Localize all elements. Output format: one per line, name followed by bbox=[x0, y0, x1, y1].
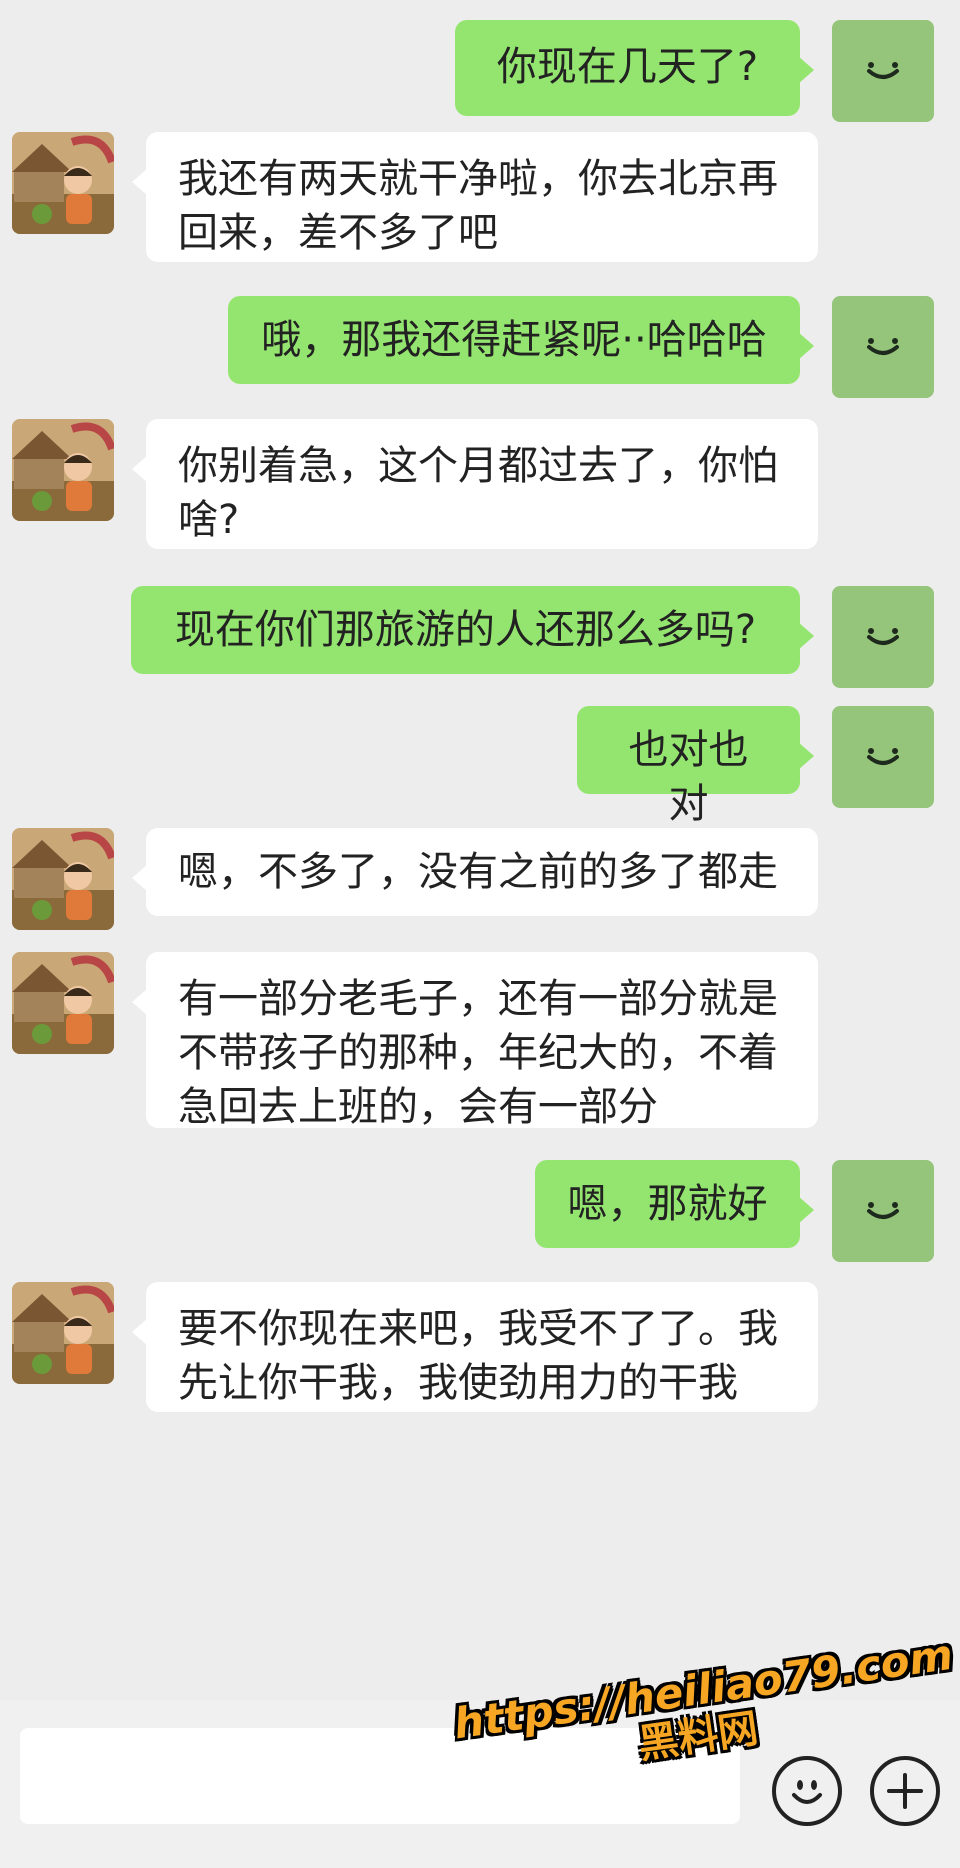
contact-avatar[interactable] bbox=[12, 419, 114, 521]
contact-avatar-image bbox=[12, 132, 114, 234]
emoji-button[interactable] bbox=[772, 1756, 842, 1826]
message-text-line: 要不你现在来吧，我受不了了。我 bbox=[178, 1306, 778, 1352]
message-text: 也对也对 bbox=[628, 727, 749, 827]
contact-avatar-image bbox=[12, 828, 114, 930]
self-avatar[interactable] bbox=[832, 586, 934, 688]
self-avatar[interactable] bbox=[832, 20, 934, 122]
message-text-line: 嗯，不多了，没有之前的多了都走 bbox=[178, 849, 778, 895]
message-bubble-received[interactable]: 要不你现在来吧，我受不了了。我 先让你干我，我使劲用力的干我 bbox=[132, 1282, 818, 1412]
message-bubble-sent[interactable]: 现在你们那旅游的人还那么多吗? bbox=[131, 586, 814, 674]
more-plus-button[interactable] bbox=[870, 1756, 940, 1826]
contact-avatar-image bbox=[12, 419, 114, 521]
message-text: 哦，那我还得赶紧呢··哈哈哈 bbox=[261, 317, 767, 363]
message-text-line: 先让你干我，我使劲用力的干我 bbox=[178, 1360, 738, 1406]
message-text-line: 不带孩子的那种，年纪大的，不着 bbox=[178, 1030, 778, 1076]
message-text-line: 有一部分老毛子，还有一部分就是 bbox=[178, 976, 778, 1022]
message-bubble-received[interactable]: 你别着急，这个月都过去了，你怕 啥? bbox=[132, 419, 818, 549]
message-text: 现在你们那旅游的人还那么多吗? bbox=[174, 607, 757, 653]
chat-history[interactable]: 你现在几天了? 我还有两天就干净啦，你去北京再 回来，差不多了吧 哦，那我还得赶… bbox=[0, 0, 960, 1700]
smile-avatar-icon bbox=[867, 62, 899, 79]
message-bubble-sent[interactable]: 也对也对 bbox=[577, 706, 814, 827]
contact-avatar[interactable] bbox=[12, 1282, 114, 1384]
message-text-line: 回来，差不多了吧 bbox=[178, 210, 498, 256]
smile-avatar-icon bbox=[867, 338, 899, 355]
message-text-line: 急回去上班的，会有一部分 bbox=[178, 1084, 658, 1130]
contact-avatar[interactable] bbox=[12, 132, 114, 234]
self-avatar[interactable] bbox=[832, 706, 934, 808]
message-text: 你现在几天了? bbox=[496, 44, 759, 90]
message-bubble-sent[interactable]: 你现在几天了? bbox=[455, 20, 814, 116]
message-bubble-sent[interactable]: 嗯，那就好 bbox=[535, 1160, 814, 1248]
message-bubble-sent[interactable]: 哦，那我还得赶紧呢··哈哈哈 bbox=[228, 296, 814, 384]
contact-avatar[interactable] bbox=[12, 952, 114, 1054]
smiley-face-icon bbox=[792, 1780, 822, 1804]
smile-avatar-icon bbox=[867, 628, 899, 645]
message-text-line: 我还有两天就干净啦，你去北京再 bbox=[178, 156, 778, 202]
message-text-line: 你别着急，这个月都过去了，你怕 bbox=[178, 443, 778, 489]
contact-avatar-image bbox=[12, 952, 114, 1054]
smile-avatar-icon bbox=[867, 1202, 899, 1219]
smile-avatar-icon bbox=[867, 748, 899, 765]
self-avatar[interactable] bbox=[832, 296, 934, 398]
plus-circle-icon bbox=[887, 1773, 923, 1809]
contact-avatar[interactable] bbox=[12, 828, 114, 930]
message-bubble-received[interactable]: 嗯，不多了，没有之前的多了都走 bbox=[132, 828, 818, 916]
contact-avatar-image bbox=[12, 1282, 114, 1384]
message-bubble-received[interactable]: 有一部分老毛子，还有一部分就是 不带孩子的那种，年纪大的，不着 急回去上班的，会… bbox=[132, 952, 818, 1130]
message-text: 嗯，那就好 bbox=[567, 1181, 768, 1227]
self-avatar[interactable] bbox=[832, 1160, 934, 1262]
message-text-line: 啥? bbox=[178, 497, 240, 543]
message-bubble-received[interactable]: 我还有两天就干净啦，你去北京再 回来，差不多了吧 bbox=[132, 132, 818, 262]
